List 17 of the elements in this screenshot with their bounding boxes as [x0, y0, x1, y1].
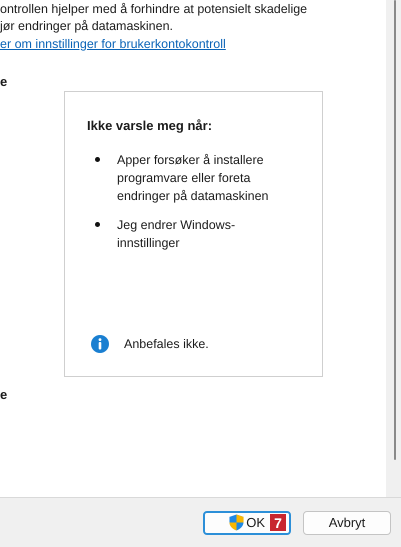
shield-icon	[229, 514, 244, 531]
bullet-icon	[95, 157, 100, 162]
description-text: ontrollen hjelper med å forhindre at potensielt skadelige	[0, 1, 308, 18]
ok-button[interactable]: OK 7	[203, 510, 291, 534]
bullet-icon	[95, 222, 100, 227]
scrollbar[interactable]	[386, 0, 401, 497]
note-text: Anbefales ikke.	[124, 337, 209, 351]
step-badge: 7	[270, 514, 286, 531]
slider-label: e	[0, 387, 8, 403]
panel-heading: Ikke varsle meg når:	[87, 118, 214, 133]
description-text: jør endringer på datamaskinen.	[0, 18, 174, 35]
help-link[interactable]: er om innstillinger for brukerkontokontroll	[0, 37, 226, 51]
slider-label: e	[0, 74, 8, 90]
info-icon	[91, 335, 109, 353]
bullet-text: Apper forsøker å installere programvare eller foreta endringer på datamaskinen	[117, 152, 270, 205]
cancel-button[interactable]: Avbryt	[303, 510, 391, 534]
bullet-text: Jeg endrer Windows-innstillinger	[117, 217, 236, 252]
